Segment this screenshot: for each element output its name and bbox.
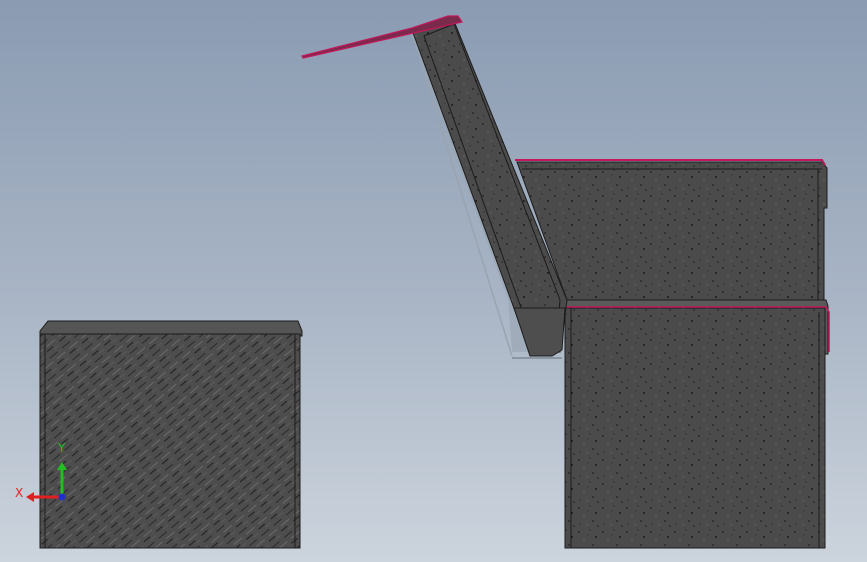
graphics-viewport[interactable]: X Y bbox=[0, 0, 867, 562]
seat-base[interactable] bbox=[562, 299, 830, 549]
triad-y-label: Y bbox=[58, 441, 66, 455]
triad-x-label: X bbox=[15, 486, 24, 500]
seat-back-block[interactable] bbox=[515, 159, 828, 301]
model-scene[interactable] bbox=[0, 0, 867, 562]
seat-base-front bbox=[564, 307, 826, 549]
seat-back-block-face bbox=[516, 161, 828, 301]
left-block-front bbox=[39, 333, 301, 549]
left-block[interactable] bbox=[39, 320, 303, 549]
triad-z-axis bbox=[58, 493, 66, 501]
